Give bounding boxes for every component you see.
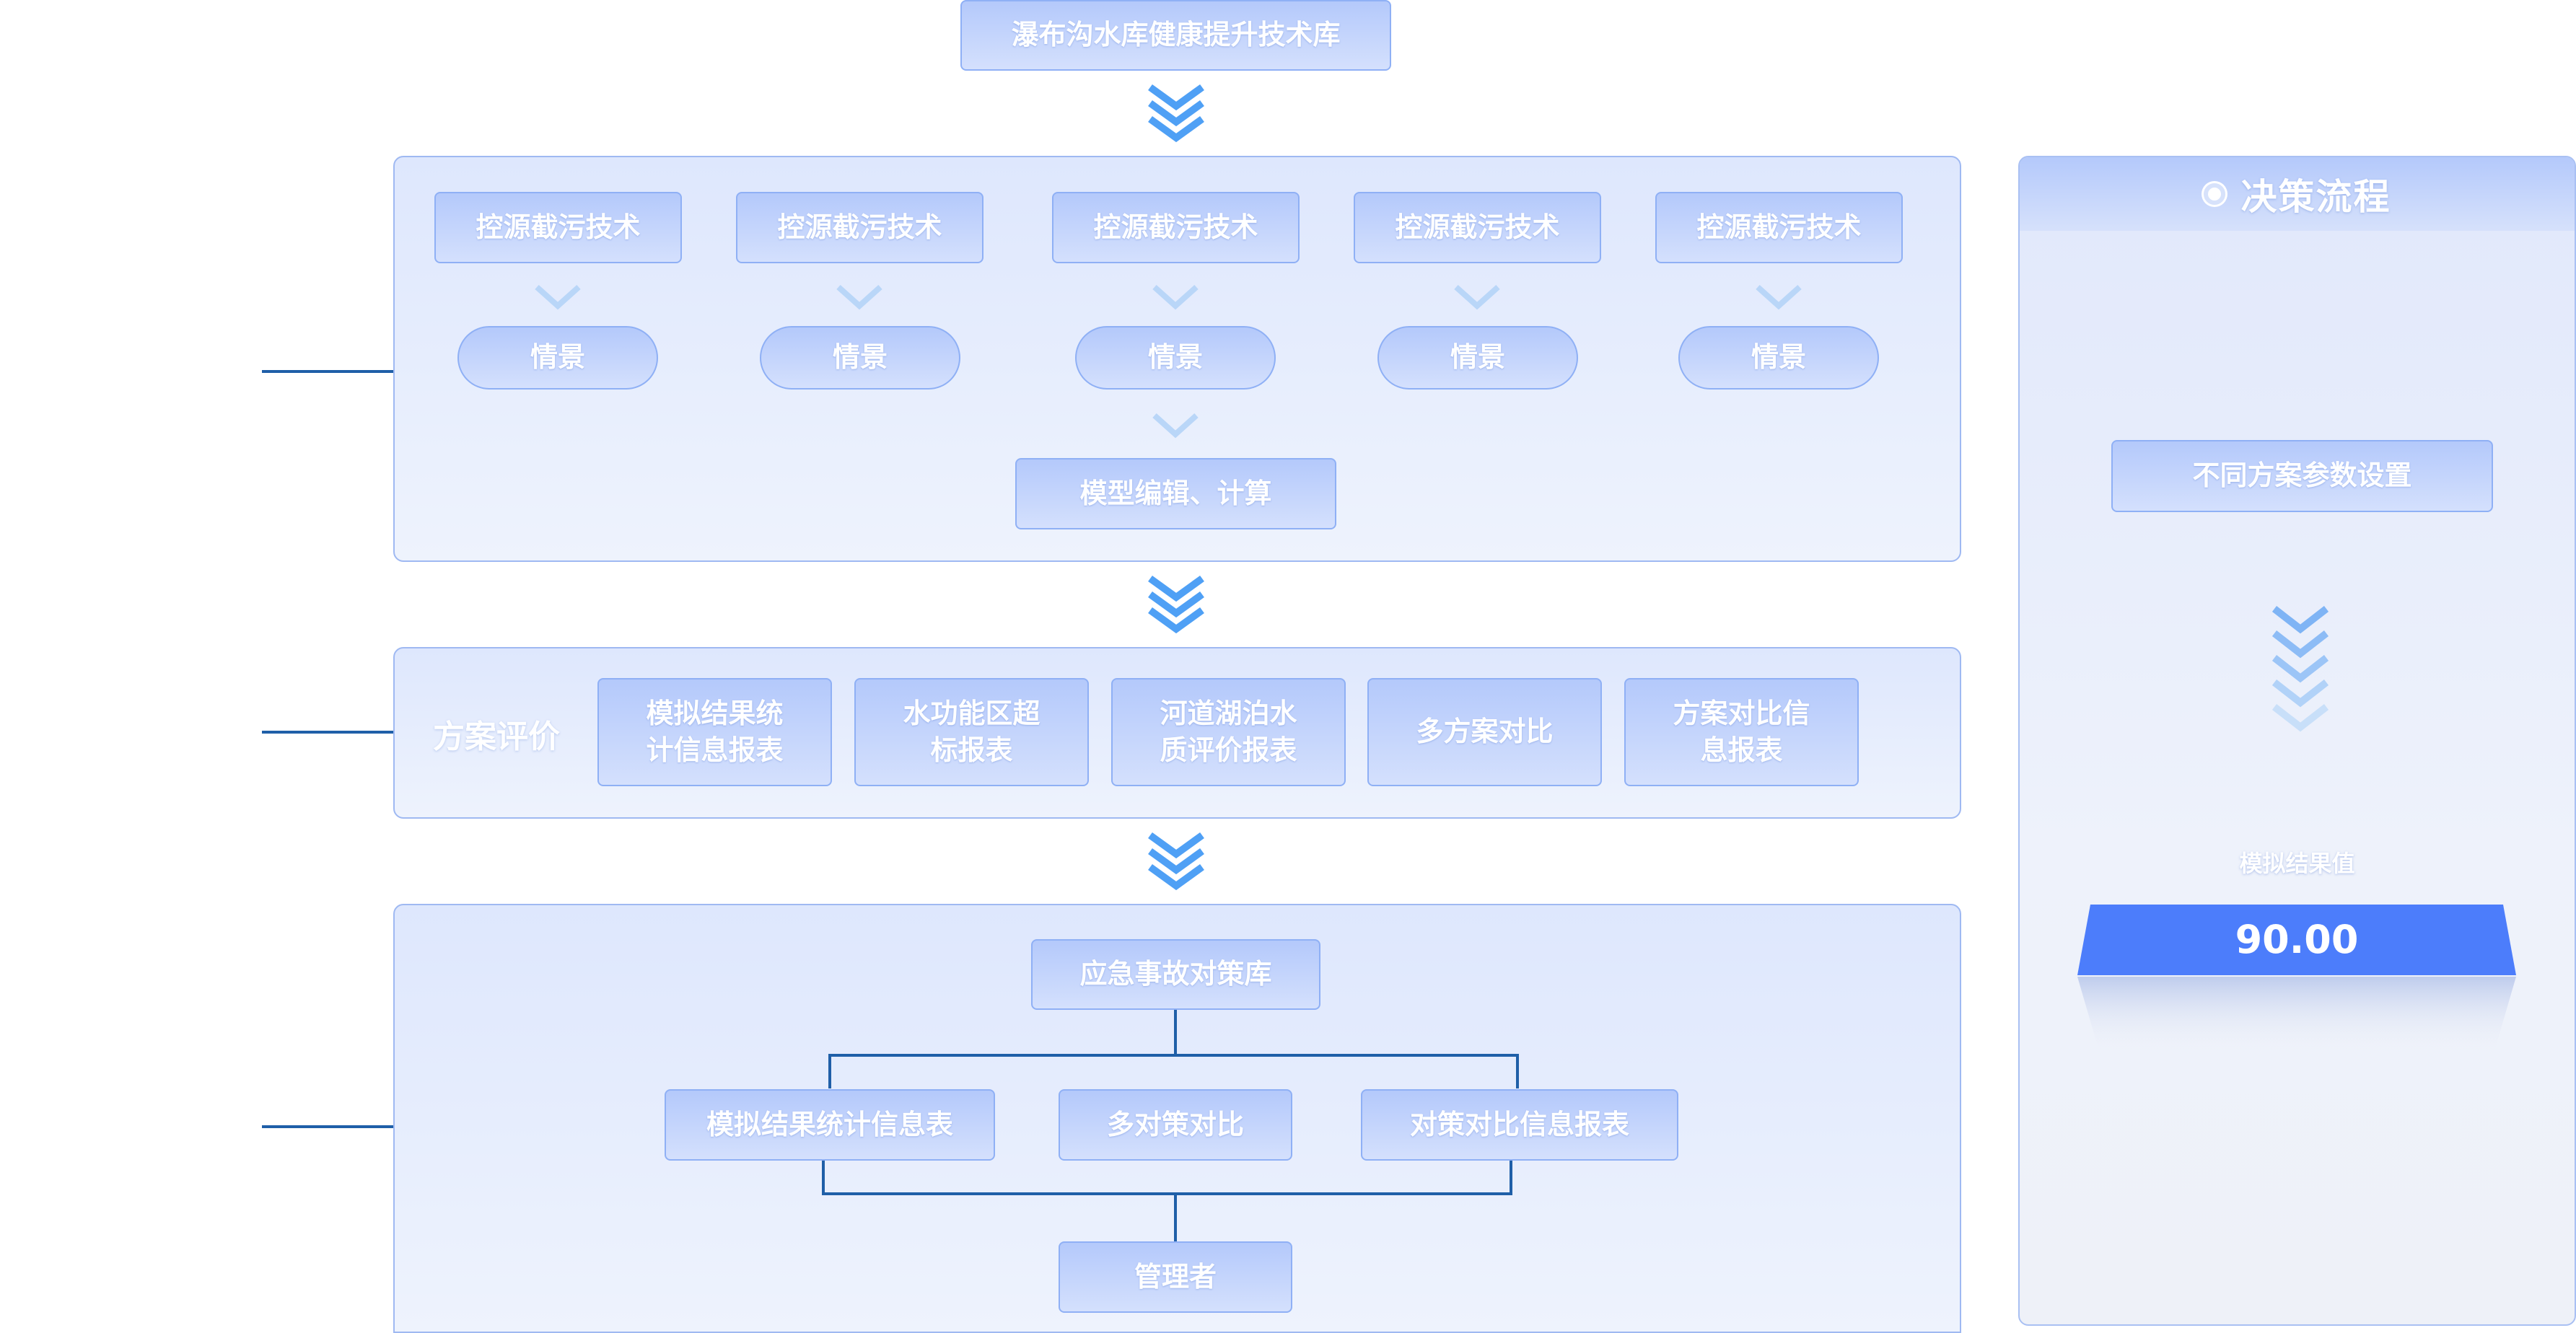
technique-box-4[interactable]: 控源截污技术 [1354, 192, 1601, 263]
connector-line-1 [262, 370, 393, 373]
compare-report-box[interactable]: 对策对比信息报表 [1361, 1089, 1678, 1161]
connector-line-3 [262, 1125, 393, 1128]
report-box-5[interactable]: 方案对比信 息报表 [1624, 678, 1859, 786]
chevron-down-icon [1454, 285, 1500, 310]
tree-connector [822, 1192, 1512, 1195]
connector-line-2 [262, 731, 393, 734]
chevron-down-icon [2271, 606, 2329, 732]
decision-title: 决策流程 [2240, 176, 2391, 218]
dot-icon [2203, 183, 2225, 205]
scenario-pill-4[interactable]: 情景 [1377, 326, 1578, 390]
report-box-3[interactable]: 河道湖泊水 质评价报表 [1111, 678, 1346, 786]
decision-header: 决策流程 [2020, 157, 2575, 231]
chevron-down-icon [535, 285, 581, 310]
tree-connector [1174, 1010, 1177, 1056]
tree-connector [1174, 1192, 1177, 1241]
report-box-4[interactable]: 多方案对比 [1367, 678, 1602, 786]
tree-connector [822, 1161, 825, 1195]
technique-box-3[interactable]: 控源截污技术 [1052, 192, 1300, 263]
emergency-root-box[interactable]: 应急事故对策库 [1031, 939, 1320, 1010]
decision-panel: 决策流程 [2018, 156, 2576, 1326]
chevron-down-icon [1756, 285, 1802, 310]
top-title-box[interactable]: 瀑布沟水库健康提升技术库 [960, 0, 1391, 71]
result-label: 模拟结果值 [2239, 850, 2355, 877]
technique-box-5[interactable]: 控源截污技术 [1655, 192, 1903, 263]
model-edit-button[interactable]: 模型编辑、计算 [1015, 458, 1336, 529]
scenario-pill-3[interactable]: 情景 [1075, 326, 1276, 390]
stats-table-box[interactable]: 模拟结果统计信息表 [665, 1089, 995, 1161]
tree-connector [1516, 1054, 1519, 1088]
evaluation-label: 方案评价 [433, 718, 560, 755]
param-setting-button[interactable]: 不同方案参数设置 [2111, 440, 2493, 512]
multi-compare-box[interactable]: 多对策对比 [1059, 1089, 1292, 1161]
scenario-pill-2[interactable]: 情景 [760, 326, 960, 390]
report-box-2[interactable]: 水功能区超 标报表 [854, 678, 1089, 786]
tree-connector [828, 1054, 831, 1088]
scenario-pill-1[interactable]: 情景 [457, 326, 658, 390]
chevron-down-icon [1148, 575, 1204, 634]
tree-connector [828, 1054, 1519, 1057]
report-box-1[interactable]: 模拟结果统 计信息报表 [597, 678, 832, 786]
chevron-down-icon [1152, 285, 1199, 310]
technique-box-2[interactable]: 控源截污技术 [736, 192, 983, 263]
scenario-pill-5[interactable]: 情景 [1678, 326, 1879, 390]
chevron-down-icon [1148, 84, 1204, 143]
chevron-down-icon [836, 285, 882, 310]
chevron-down-icon [1148, 832, 1204, 891]
technique-box-1[interactable]: 控源截污技术 [434, 192, 682, 263]
manager-box[interactable]: 管理者 [1059, 1241, 1292, 1313]
chevron-down-icon [1152, 413, 1199, 439]
tree-connector [1510, 1161, 1512, 1195]
result-value: 90.00 [2235, 916, 2359, 962]
